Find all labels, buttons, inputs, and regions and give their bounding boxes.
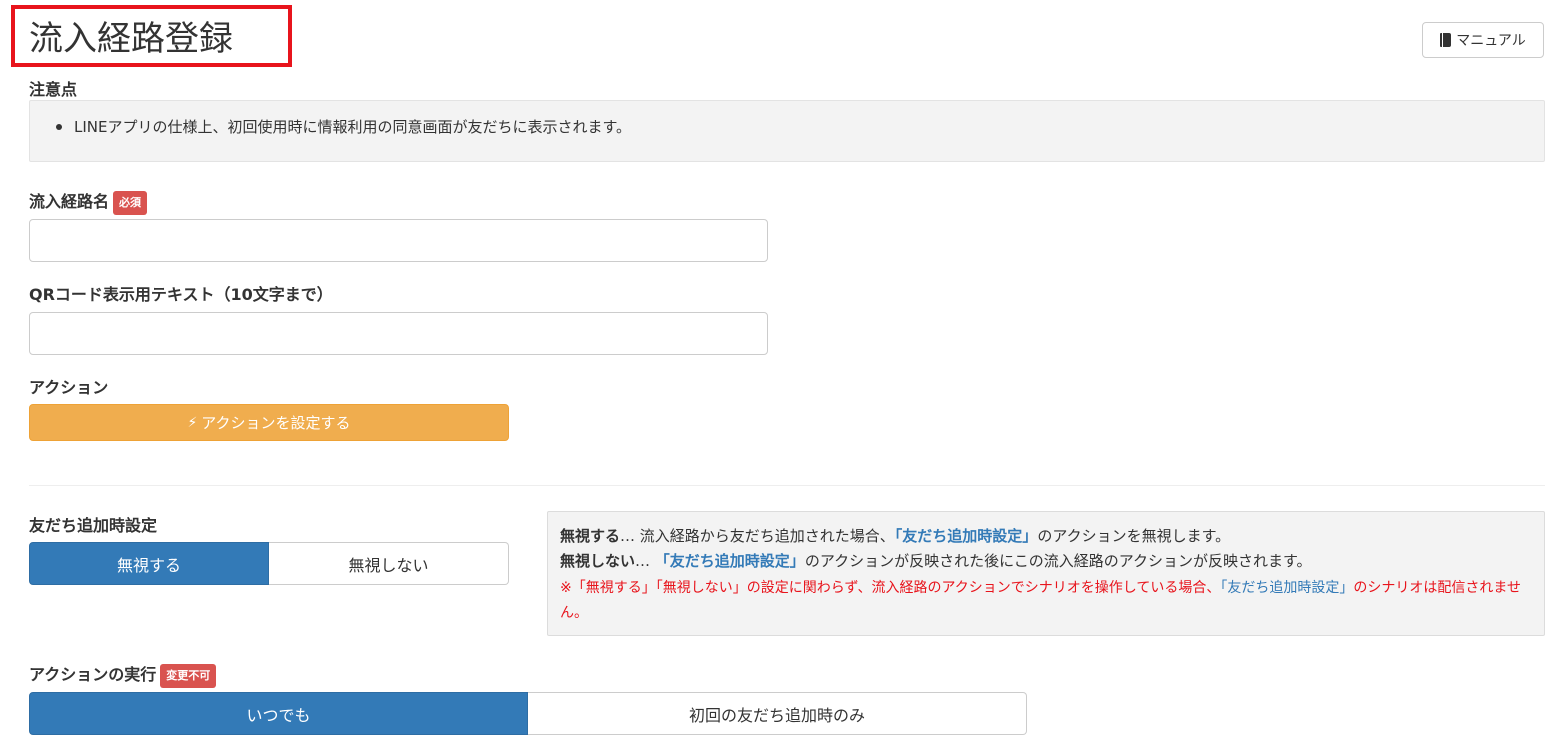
not-ignore-option[interactable]: 無視しない: [269, 542, 509, 585]
page-title: 流入経路登録: [29, 19, 233, 59]
info-not-ignore-link: 「友だち追加時設定」: [654, 552, 805, 570]
info-ignore-link: 「友だち追加時設定」: [894, 527, 1038, 545]
manual-button[interactable]: マニュアル: [1422, 22, 1544, 58]
manual-button-label: マニュアル: [1456, 33, 1526, 49]
info-note-before: ※「無視する」「無視しない」の設定に関わらず、流入経路のアクションでシナリオを操…: [560, 580, 1221, 596]
action-label: アクション: [29, 378, 109, 397]
section-divider: [29, 485, 1545, 486]
book-icon: [1440, 33, 1452, 47]
first-add-only-option[interactable]: 初回の友だち追加時のみ: [528, 692, 1027, 735]
info-ignore-rest: のアクションを無視します。: [1037, 527, 1231, 545]
required-badge: 必須: [113, 190, 148, 215]
notice-label: 注意点: [29, 80, 78, 99]
info-ignore-ellipsis: … 流入経路から友だち追加された場合、: [620, 527, 895, 545]
friend-add-toggle: 無視する 無視しない: [29, 542, 509, 585]
route-name-label-text: 流入経路名: [29, 192, 110, 211]
ignore-option[interactable]: 無視する: [29, 542, 269, 585]
execution-label-text: アクションの実行: [29, 665, 157, 684]
info-not-ignore-term: 無視しない: [560, 552, 636, 570]
friend-add-info-box: 無視する… 流入経路から友だち追加された場合、「友だち追加時設定」のアクションを…: [547, 511, 1545, 636]
unchangeable-badge: 変更不可: [160, 663, 217, 688]
info-ignore-term: 無視する: [560, 527, 621, 545]
notice-box: LINEアプリの仕様上、初回使用時に情報利用の同意画面が友だちに表示されます。: [29, 100, 1545, 162]
bolt-icon: ⚡: [187, 414, 198, 431]
route-name-input[interactable]: [29, 219, 768, 262]
set-action-button[interactable]: ⚡ アクションを設定する: [29, 404, 509, 441]
info-note-link: 「友だち追加時設定」: [1220, 580, 1354, 596]
info-line-not-ignore: 無視しない… 「友だち追加時設定」のアクションが反映された後にこの流入経路のアク…: [560, 549, 1532, 574]
qr-text-label: QRコード表示用テキスト（10文字まで）: [29, 285, 333, 304]
execution-toggle: いつでも 初回の友だち追加時のみ: [29, 692, 1027, 735]
info-not-ignore-ellipsis: …: [635, 552, 655, 570]
bullet-icon: [56, 124, 62, 130]
anytime-option[interactable]: いつでも: [29, 692, 528, 735]
notice-list-item: LINEアプリの仕様上、初回使用時に情報利用の同意画面が友だちに表示されます。: [56, 116, 631, 137]
execution-label: アクションの実行 変更不可: [29, 661, 217, 689]
route-name-label: 流入経路名 必須: [29, 188, 148, 216]
qr-text-input[interactable]: [29, 312, 768, 355]
notice-text: LINEアプリの仕様上、初回使用時に情報利用の同意画面が友だちに表示されます。: [74, 118, 631, 136]
info-note: ※「無視する」「無視しない」の設定に関わらず、流入経路のアクションでシナリオを操…: [560, 576, 1532, 626]
set-action-button-label: アクションを設定する: [201, 414, 351, 432]
info-not-ignore-rest: のアクションが反映された後にこの流入経路のアクションが反映されます。: [804, 552, 1312, 570]
info-line-ignore: 無視する… 流入経路から友だち追加された場合、「友だち追加時設定」のアクションを…: [560, 524, 1532, 549]
friend-add-label: 友だち追加時設定: [29, 516, 158, 535]
